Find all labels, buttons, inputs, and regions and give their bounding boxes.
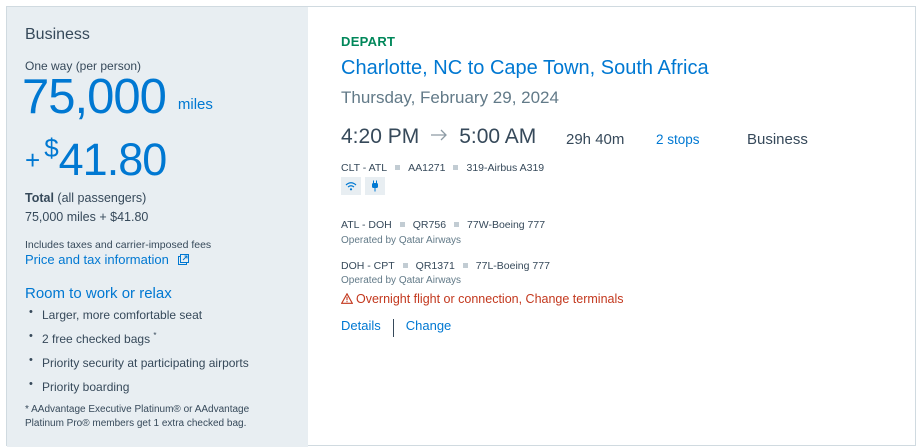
operated-by: Operated by Qatar Airways (341, 235, 462, 246)
external-link-icon (178, 254, 190, 265)
total-label: Total (all passengers) (25, 191, 147, 205)
segment-row: DOH - CPT QR1371 77L-Boeing 777 (341, 260, 550, 272)
arrow-right-icon (431, 129, 448, 141)
itinerary-actions: Details Change (341, 316, 452, 337)
fare-summary-panel: Business One way (per person) 75,000 mile… (7, 7, 308, 447)
perk-item: Priority security at participating airpo… (29, 353, 249, 377)
separator-dot (453, 165, 459, 170)
perk-item: 2 free checked bags * (29, 329, 249, 353)
cash-amount: 41.80 (58, 134, 168, 185)
flight-date: Thursday, February 29, 2024 (341, 88, 559, 107)
total-value: 75,000 miles + $41.80 (25, 210, 149, 224)
perk-item: Larger, more comfortable seat (29, 305, 249, 329)
operated-by: Operated by Qatar Airways (341, 275, 462, 286)
separator-dot (462, 263, 468, 268)
separator-dot (402, 263, 408, 268)
fare-cabin-label: Business (25, 26, 90, 43)
bag-footnote: * AAdvantage Executive Platinum® or AAdv… (25, 404, 250, 429)
perks-title: Room to work or relax (25, 285, 172, 302)
route-title: Charlotte, NC to Cape Town, South Africa (341, 57, 709, 79)
change-link[interactable]: Change (406, 318, 452, 333)
miles-unit: miles (177, 96, 213, 113)
segment-row: CLT - ATL AA1271 319-Airbus A319 (341, 162, 545, 174)
miles-price: 75,000 miles (22, 69, 213, 125)
warning-text: Overnight flight or connection, Change t… (356, 292, 624, 306)
amenities (341, 177, 385, 195)
power-outlet-icon (365, 177, 385, 195)
perks-list: Larger, more comfortable seat 2 free che… (29, 305, 249, 401)
price-tax-info-label: Price and tax information (25, 252, 169, 267)
details-link[interactable]: Details (341, 318, 381, 333)
segment-cabin: Business (747, 131, 808, 148)
stops-link[interactable]: 2 stops (656, 132, 700, 147)
cash-currency: $ (44, 133, 59, 163)
price-tax-info-link[interactable]: Price and tax information (25, 252, 190, 267)
wifi-icon (341, 177, 361, 195)
divider (392, 319, 394, 337)
fees-note: Includes taxes and carrier-imposed fees (25, 239, 212, 251)
arrive-time: 5:00 AM (459, 125, 537, 148)
flight-duration: 29h 40m (566, 131, 625, 148)
flight-times: 4:20 PM 5:00 AM (341, 125, 536, 149)
miles-amount: 75,000 (22, 70, 167, 124)
cash-plus: + (25, 145, 41, 175)
cash-price: + $41.80 (25, 133, 168, 186)
itinerary-panel: DEPART Charlotte, NC to Cape Town, South… (308, 7, 915, 447)
segment-row: ATL - DOH QR756 77W-Boeing 777 (341, 219, 546, 231)
depart-time: 4:20 PM (341, 125, 420, 148)
separator-dot (395, 165, 401, 170)
flight-card: Business One way (per person) 75,000 mile… (6, 6, 916, 447)
connection-warning: Overnight flight or connection, Change t… (341, 292, 624, 306)
warning-icon (341, 293, 353, 304)
perk-item: Priority boarding (29, 377, 249, 401)
direction-label: DEPART (341, 34, 396, 49)
separator-dot (454, 222, 460, 227)
separator-dot (399, 222, 405, 227)
